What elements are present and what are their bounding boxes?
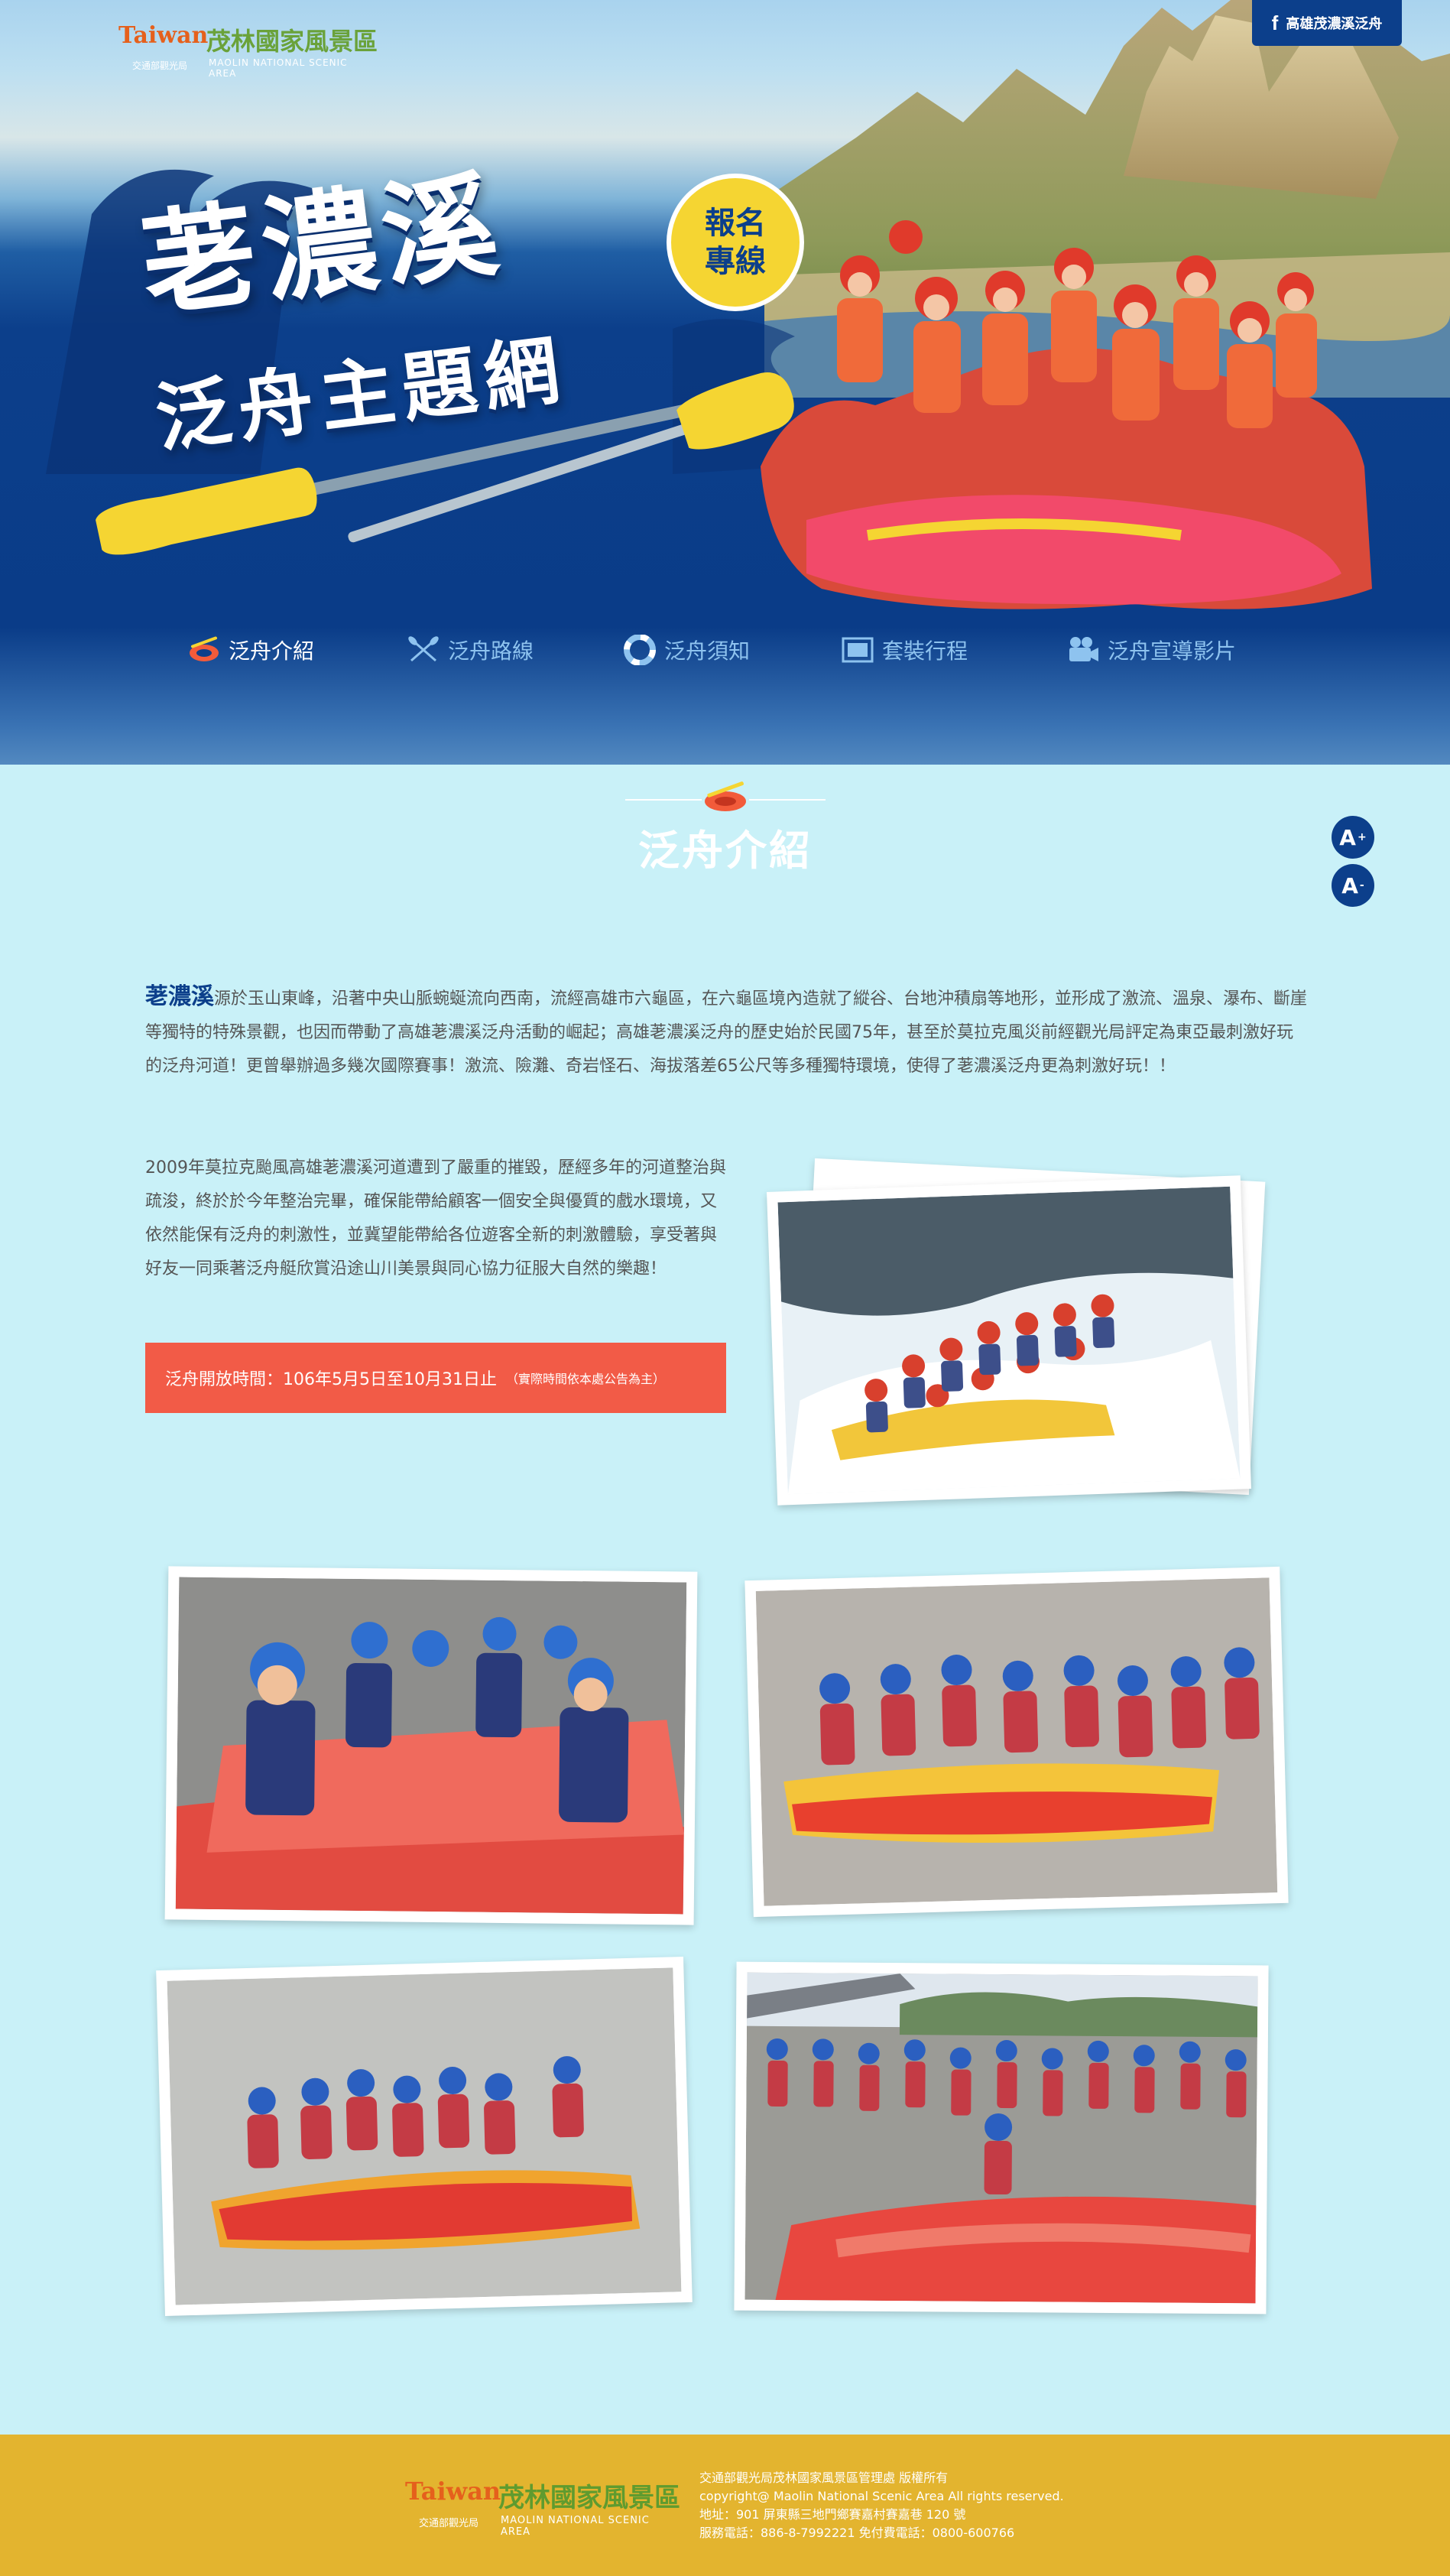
opening-notice: 泛舟開放時間：106年5月5日至10月31日止 （實際時間依本處公告為主）	[145, 1343, 726, 1413]
intro-text: 源於玉山東峰，沿著中央山脈蜿蜒流向西南，流經高雄市六龜區，在六龜區境內造就了縱谷…	[145, 989, 1308, 1076]
logo-taiwan-text: Taiwan	[118, 22, 209, 49]
logo-sub-left: 交通部觀光局	[132, 60, 188, 71]
paddles-icon	[408, 636, 439, 662]
nav-item-label: 泛舟介紹	[229, 638, 315, 664]
intro-lead: 荖濃溪	[145, 983, 214, 1010]
nav-item-label: 套裝行程	[882, 638, 968, 664]
font-decrease-label: A	[1341, 872, 1358, 898]
photo-frame-icon	[842, 637, 874, 663]
footer: Taiwan 茂林國家風景區 交通部觀光局 MAOLIN NATIONAL SC…	[0, 2435, 1450, 2576]
nav-item-label: 泛舟宣導影片	[1108, 638, 1237, 664]
font-increase-button[interactable]: A +	[1332, 816, 1374, 859]
logo-sub-left: 交通部觀光局	[419, 2518, 479, 2529]
divider	[749, 799, 826, 801]
lifebuoy-icon	[624, 635, 656, 665]
logo-taiwan-text: Taiwan	[405, 2477, 501, 2506]
section-header: 泛舟介紹	[625, 772, 826, 875]
footer-phone: 服務電話：886-8-7992221 免付費電話：0800-600766	[699, 2526, 1015, 2540]
logo-sub-right: MAOLIN NATIONAL SCENIC AREA	[501, 2515, 650, 2538]
nav-item-package[interactable]: 套裝行程	[841, 627, 968, 673]
notice-text: 泛舟開放時間：106年5月5日至10月31日止	[165, 1370, 497, 1389]
font-increase-label: A	[1339, 824, 1356, 850]
maolin-logo[interactable]: Taiwan 茂林國家風景區 交通部觀光局 MAOLIN NATIONAL SC…	[118, 19, 378, 79]
nav-item-video[interactable]: 泛舟宣導影片	[1066, 627, 1236, 673]
facebook-label: 高雄茂濃溪泛舟	[1286, 16, 1383, 32]
section-title: 泛舟介紹	[638, 827, 813, 875]
hero-banner: Taiwan 茂林國家風景區 交通部觀光局 MAOLIN NATIONAL SC…	[0, 0, 1450, 765]
intro-paragraph-2: 2009年莫拉克颱風高雄荖濃溪河道遭到了嚴重的摧毀，歷經多年的河道整治與疏浚，終…	[145, 1158, 726, 1278]
whitewater-rafting-image	[777, 1186, 1241, 1495]
intro-paragraph: 荖濃溪源於玉山東峰，沿著中央山脈蜿蜒流向西南，流經高雄市六龜區，在六龜區境內造就…	[145, 980, 1307, 1083]
group-rafting-image-3	[167, 1967, 682, 2305]
font-decrease-button[interactable]: A-	[1332, 864, 1374, 907]
footer-logo[interactable]: Taiwan 茂林國家風景區 交通部觀光局 MAOLIN NATIONAL SC…	[405, 2477, 680, 2538]
nav-item-label: 泛舟路線	[448, 638, 534, 664]
footer-address: 地址：901 屏東縣三地門鄉賽嘉村賽嘉巷 120 號	[699, 2507, 966, 2522]
photo-group-2	[744, 1566, 1289, 1918]
footer-copyright-en: copyright@ Maolin National Scenic Area A…	[699, 2489, 1064, 2503]
footer-info: 交通部觀光局茂林國家風景區管理處 版權所有 copyright@ Maolin …	[699, 2469, 1064, 2542]
photo-group-1	[164, 1566, 698, 1925]
nav-item-intro[interactable]: 泛舟介紹	[187, 627, 314, 673]
nav-item-label: 泛舟須知	[664, 638, 751, 664]
photo-group-4	[734, 1961, 1269, 2315]
logo-name-text: 茂林國家風景區	[498, 2483, 680, 2513]
facebook-button[interactable]: f 高雄茂濃溪泛舟	[1252, 0, 1402, 46]
main-nav: 泛舟介紹 泛舟路線 泛舟須知 套裝行程 泛舟宣導影片	[0, 627, 1450, 673]
group-rafting-image-2	[755, 1577, 1278, 1906]
group-rafting-image-4	[744, 1972, 1258, 2304]
footer-copyright-cn: 交通部觀光局茂林國家風景區管理處 版權所有	[699, 2470, 949, 2485]
hero-rafting-photo	[761, 220, 1372, 609]
photo-group-3	[156, 1957, 693, 2316]
group-rafting-image-1	[175, 1577, 687, 1915]
notice-small-text: （實際時間依本處公告為主）	[505, 1372, 665, 1386]
raft-icon	[190, 636, 219, 661]
logo-sub-right: MAOLIN NATIONAL SCENIC AREA	[209, 57, 348, 79]
nav-item-notice[interactable]: 泛舟須知	[623, 627, 750, 673]
facebook-icon: f	[1271, 11, 1279, 34]
logo-name-text: 茂林國家風景區	[206, 27, 378, 56]
nav-item-route[interactable]: 泛舟路線	[407, 627, 534, 673]
photo-whitewater	[767, 1175, 1251, 1506]
divider	[625, 799, 702, 801]
raft-icon	[705, 781, 746, 811]
video-camera-icon	[1069, 637, 1098, 661]
